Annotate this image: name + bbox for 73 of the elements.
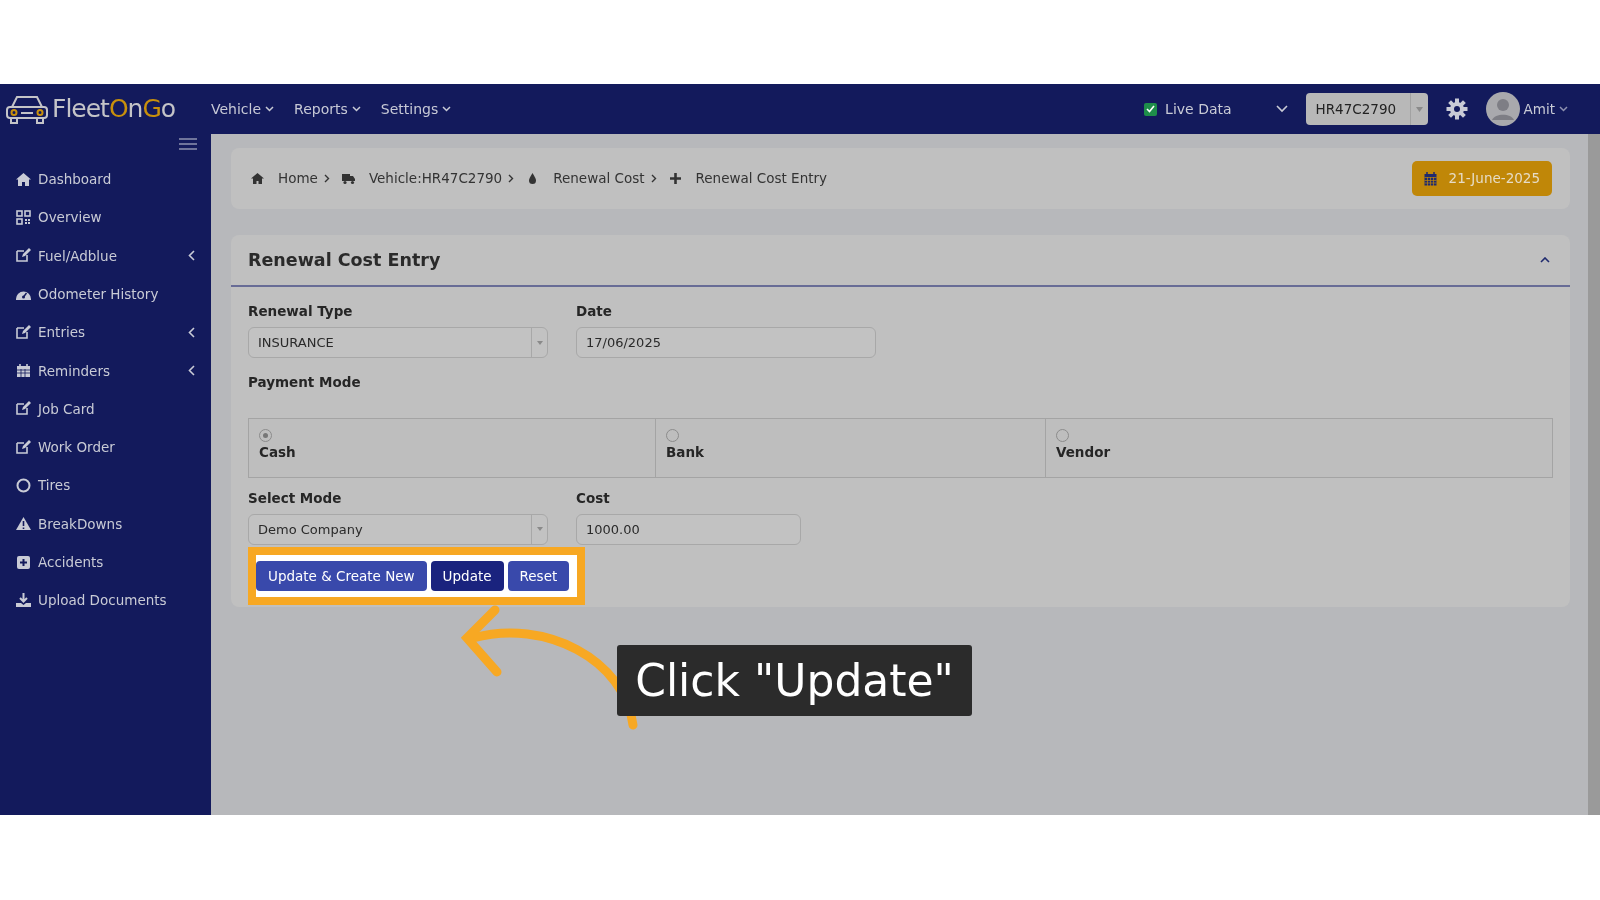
caret-icon[interactable] <box>536 527 543 532</box>
caret-icon <box>351 106 361 112</box>
sidebar-item[interactable]: Entries <box>0 313 211 352</box>
user-name[interactable]: Amit <box>1523 98 1555 120</box>
field-label: Date <box>576 302 613 321</box>
vehicle-select[interactable]: HR47C2790 <box>1305 93 1428 125</box>
action-button[interactable]: Update & Create New <box>256 560 427 591</box>
app-logo-text: FleetOnGo <box>52 93 176 126</box>
chevron-right-icon <box>323 174 330 183</box>
menu-icon[interactable] <box>179 138 197 150</box>
plus-icon <box>668 172 682 185</box>
edit-icon <box>16 324 31 340</box>
field-label: Cost <box>576 488 611 508</box>
download-icon <box>16 592 31 608</box>
home-icon <box>251 172 264 185</box>
home-icon <box>16 171 31 187</box>
sidebar-item[interactable]: Tires <box>0 466 211 505</box>
dropdown-toggle-icon[interactable] <box>1275 105 1288 113</box>
radio-label: Bank <box>666 442 705 462</box>
select-field[interactable]: INSURANCE <box>248 327 548 359</box>
field-label: Renewal Type <box>248 302 354 321</box>
field-label: Payment Mode <box>248 373 362 393</box>
edit-icon <box>16 401 31 417</box>
input-field[interactable]: 1000.00 <box>576 513 801 545</box>
checkbox[interactable] <box>1144 102 1158 116</box>
card-title: Renewal Cost Entry <box>248 249 441 271</box>
chevron-right-icon <box>508 174 515 183</box>
date-badge: 21-June-2025 <box>1411 161 1552 196</box>
truck-icon <box>341 172 355 185</box>
collapse-icon[interactable] <box>1540 257 1550 263</box>
action-button[interactable]: Reset <box>507 560 570 591</box>
calendar-icon <box>1423 171 1437 186</box>
scrollbar[interactable] <box>1588 134 1600 815</box>
warning-icon <box>16 516 31 532</box>
sidebar-item[interactable]: Work Order <box>0 428 211 467</box>
sidebar-item[interactable]: Dashboard <box>0 160 211 199</box>
calendar-icon <box>16 363 31 379</box>
breadcrumb-link[interactable]: Vehicle:HR47C2790 <box>368 168 503 189</box>
breadcrumb-link[interactable]: Renewal Cost <box>553 168 645 189</box>
select-field[interactable]: Demo Company <box>248 513 548 545</box>
breadcrumb-current: Renewal Cost Entry <box>695 169 828 189</box>
chevron-right-icon <box>650 174 657 183</box>
plus-square-icon <box>16 554 31 570</box>
checkbox-label: Live Data <box>1165 99 1232 119</box>
circle-icon <box>16 478 31 493</box>
avatar-icon[interactable] <box>1485 92 1520 126</box>
caret-icon[interactable] <box>1415 106 1423 112</box>
sidebar-item[interactable]: Overview <box>0 198 211 237</box>
breadcrumb-link[interactable]: Home <box>278 168 318 189</box>
sidebar-item[interactable]: Upload Documents <box>0 581 211 620</box>
nav-menu[interactable]: Vehicle <box>211 98 275 120</box>
edit-icon <box>16 439 31 455</box>
input-field[interactable]: 17/06/2025 <box>576 327 876 359</box>
caret-icon[interactable] <box>536 340 543 345</box>
radio-label: Cash <box>259 442 297 462</box>
sidebar-item[interactable]: Reminders <box>0 351 211 390</box>
radio-label: Vendor <box>1056 442 1112 462</box>
caret-icon <box>265 106 275 112</box>
callout-text: Click "Update" <box>617 645 972 716</box>
qr-code-icon <box>16 209 31 225</box>
sidebar-item[interactable]: Fuel/Adblue <box>0 236 211 275</box>
sidebar-item[interactable]: Accidents <box>0 542 211 582</box>
settings-icon[interactable] <box>1445 98 1468 120</box>
nav-menu[interactable]: Settings <box>380 98 452 120</box>
nav-menu[interactable]: Reports <box>294 98 361 120</box>
edit-icon <box>16 248 31 264</box>
sidebar-item[interactable]: BreakDowns <box>0 504 211 543</box>
sidebar-item[interactable]: Job Card <box>0 389 211 429</box>
caret-icon <box>1559 106 1568 112</box>
update-button[interactable]: Update <box>430 560 504 591</box>
sidebar-item[interactable]: Odometer History <box>0 274 211 314</box>
caret-icon <box>442 106 452 112</box>
field-label: Select Mode <box>248 488 343 508</box>
